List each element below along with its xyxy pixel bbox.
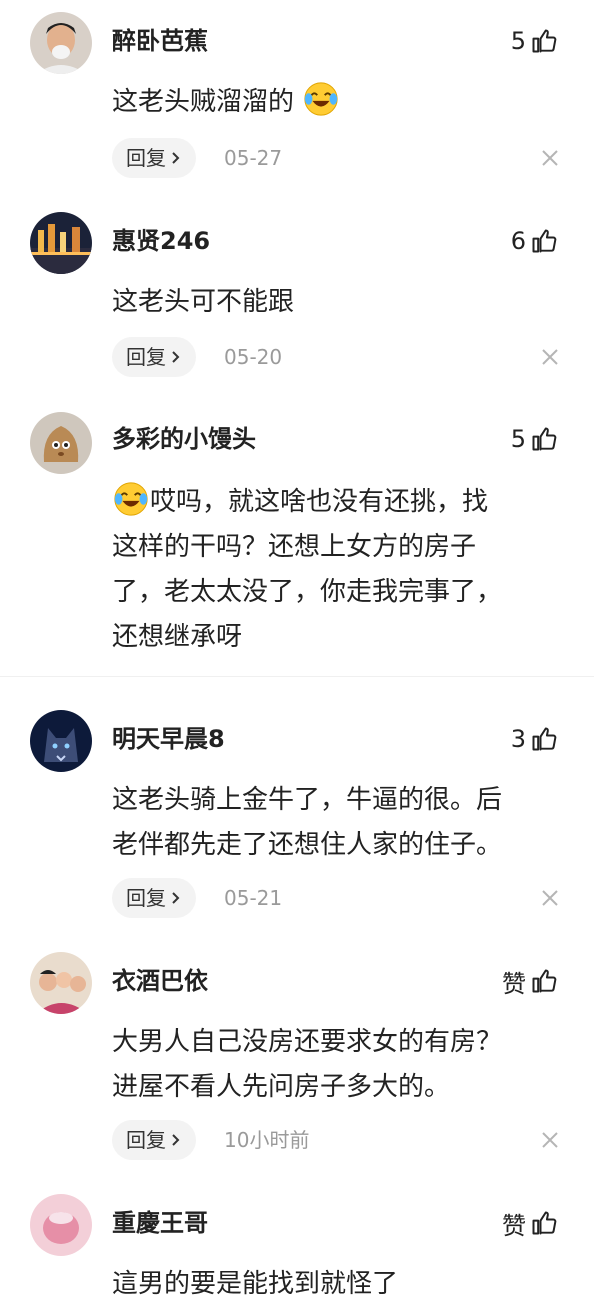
like-button[interactable]: 5 — [511, 424, 558, 454]
close-icon[interactable] — [540, 1130, 560, 1150]
comment-text-content: 哎吗，就这啥也没有还挑，找 — [150, 487, 489, 517]
close-icon[interactable] — [540, 148, 560, 168]
avatar[interactable] — [30, 710, 92, 772]
chevron-right-icon — [172, 892, 180, 904]
reply-button[interactable]: 回复 — [112, 1120, 196, 1160]
reply-label: 回复 — [126, 1128, 166, 1152]
like-count: 赞 — [502, 969, 526, 998]
like-count: 6 — [510, 227, 526, 255]
username[interactable]: 明天早晨8 — [112, 724, 225, 754]
like-count: 3 — [510, 725, 526, 753]
username[interactable]: 重慶王哥 — [112, 1208, 208, 1238]
like-button[interactable]: 3 — [511, 724, 558, 754]
comment-text-line: 大男人自己没房还要求女的有房？ — [112, 1027, 503, 1057]
like-count: 5 — [510, 27, 526, 55]
comment-date: 05-21 — [224, 886, 283, 910]
divider — [0, 676, 594, 677]
thumbs-up-icon — [532, 29, 557, 53]
like-count: 5 — [510, 425, 526, 453]
comment-text: 这老头骑上金牛了，牛逼的很。后 老伴都先走了还想住人家的住子。 — [112, 778, 562, 868]
comment-text-line: 老伴都先走了还想住人家的住子。 — [112, 830, 503, 860]
username[interactable]: 多彩的小馒头 — [112, 424, 256, 454]
like-button[interactable]: 赞 — [502, 966, 558, 998]
avatar[interactable] — [30, 952, 92, 1014]
reply-label: 回复 — [126, 146, 166, 170]
comment-text-line: 还想继承呀 — [112, 622, 243, 652]
close-icon[interactable] — [540, 347, 560, 367]
comment-date: 10小时前 — [224, 1128, 310, 1152]
comment-text-content: 这老头贼溜溜的 — [112, 87, 295, 117]
crying-laughing-emoji-icon — [304, 82, 338, 116]
reply-button[interactable]: 回复 — [112, 878, 196, 918]
thumbs-up-icon — [532, 427, 557, 451]
like-button[interactable]: 5 — [511, 26, 558, 56]
thumbs-up-icon — [532, 1211, 557, 1235]
comment-text-line: 这老头骑上金牛了，牛逼的很。后 — [112, 785, 503, 815]
reply-label: 回复 — [126, 886, 166, 910]
chevron-right-icon — [172, 152, 180, 164]
reply-button[interactable]: 回复 — [112, 337, 196, 377]
comment-text: 大男人自己没房还要求女的有房？ 进屋不看人先问房子多大的。 — [112, 1020, 562, 1110]
avatar[interactable] — [30, 12, 92, 74]
comment-text-line: 了，老太太没了，你走我完事了， — [112, 577, 503, 607]
avatar[interactable] — [30, 212, 92, 274]
thumbs-up-icon — [532, 229, 557, 253]
like-count: 赞 — [502, 1211, 526, 1240]
comment-text-line: 进屋不看人先问房子多大的。 — [112, 1072, 451, 1102]
comment-text-line: 哎吗，就这啥也没有还挑，找 — [112, 480, 562, 525]
reply-label: 回复 — [126, 345, 166, 369]
username[interactable]: 醉卧芭蕉 — [112, 26, 208, 56]
comment-date: 05-27 — [224, 146, 283, 170]
thumbs-up-icon — [532, 969, 557, 993]
comment-text: 这老头贼溜溜的 — [112, 80, 562, 125]
comment-text: 哎吗，就这啥也没有还挑，找 这样的干吗？还想上女方的房子 了，老太太没了，你走我… — [112, 480, 562, 660]
chevron-right-icon — [172, 351, 180, 363]
chevron-right-icon — [172, 1134, 180, 1146]
comment-date: 05-20 — [224, 345, 283, 369]
comment-text: 这老头可不能跟 — [112, 287, 295, 317]
avatar[interactable] — [30, 1194, 92, 1256]
close-icon[interactable] — [540, 888, 560, 908]
like-button[interactable]: 6 — [511, 226, 558, 256]
thumbs-up-icon — [532, 727, 557, 751]
comment-text-line: 这样的干吗？还想上女方的房子 — [112, 532, 477, 562]
username[interactable]: 惠贤246 — [112, 226, 210, 256]
avatar[interactable] — [30, 412, 92, 474]
username[interactable]: 衣酒巴依 — [112, 966, 208, 996]
like-button[interactable]: 赞 — [502, 1208, 558, 1240]
reply-button[interactable]: 回复 — [112, 138, 196, 178]
crying-laughing-emoji-icon — [114, 482, 148, 516]
